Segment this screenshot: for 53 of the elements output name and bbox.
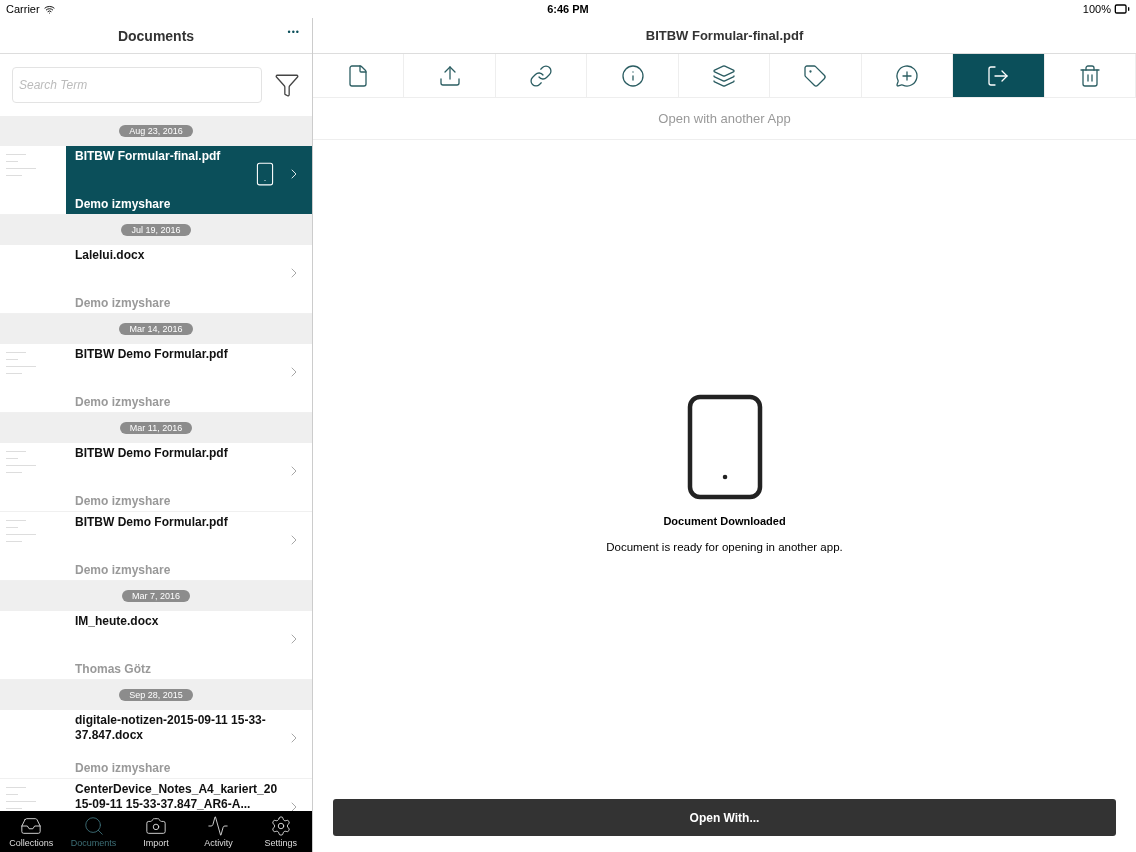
message-title: Document Downloaded (663, 514, 786, 527)
sidebar-title: Documents (117, 27, 195, 44)
battery-icon (1114, 1, 1130, 17)
document-title: BITBW Formular-final.pdf (645, 28, 804, 43)
document-name: BITBW Demo Formular.pdf (75, 347, 229, 362)
document-owner: Demo izmyshare (75, 197, 172, 211)
activity-icon (207, 815, 230, 837)
message-text: Document is ready for opening in another app. (606, 540, 843, 553)
wifi-icon (43, 3, 55, 15)
tab-bar-item[interactable]: Import (124, 811, 188, 852)
tab-bar-item[interactable]: Documents (62, 811, 125, 852)
tab-bar-item[interactable]: Activity (187, 811, 250, 852)
clock: 6:46 PM (547, 3, 589, 15)
date-badge: Sep 28, 2015 (119, 689, 193, 701)
document-owner: Demo izmyshare (75, 761, 172, 775)
document-owner: Demo izmyshare (75, 296, 172, 310)
chat-plus-icon (894, 63, 919, 88)
open-with-button[interactable]: Open With... (333, 799, 1116, 836)
document-name: Lalelui.docx (75, 248, 146, 263)
document-name: BITBW Demo Formular.pdf (75, 515, 229, 530)
document-owner: Demo izmyshare (75, 395, 172, 409)
document-row[interactable]: BITBW Formular-final.pdf Demo izmyshare (0, 146, 312, 215)
camera-icon (145, 815, 167, 837)
tab-bar-item[interactable]: Collections (0, 811, 63, 852)
document-owner: Demo izmyshare (75, 563, 172, 577)
info-icon (620, 63, 645, 88)
more-button[interactable]: ••• (287, 27, 300, 37)
link-icon (529, 63, 554, 88)
stack-icon (711, 63, 736, 88)
toolbar-button[interactable] (953, 54, 1045, 97)
document-thumbnail (0, 146, 66, 214)
tab-bar-item[interactable]: Settings (249, 811, 313, 852)
date-badge: Mar 7, 2016 (122, 590, 190, 602)
date-badge: Mar 11, 2016 (119, 422, 193, 434)
document-name: CenterDevice_Notes_A4_kariert_2015-09-11 15-33-37.847_AR6-A... (75, 782, 278, 811)
document-name: digitale-notizen-2015-09-11 15-33-37.847.docx (75, 713, 267, 743)
date-badge: Aug 23, 2016 (119, 125, 193, 137)
settings-icon (269, 815, 292, 837)
search-icon (82, 815, 105, 837)
inbox-icon (20, 815, 43, 837)
document-name: BITBW Demo Formular.pdf (75, 446, 229, 461)
document-owner: Demo izmyshare (75, 494, 172, 508)
search-field[interactable]: Search Term (12, 67, 262, 103)
document-name: BITBW Formular-final.pdf (75, 149, 222, 164)
date-badge: Mar 14, 2016 (119, 323, 193, 335)
filter-button[interactable] (274, 72, 300, 98)
document-name: IM_heute.docx (75, 614, 160, 629)
tag-icon (803, 63, 828, 88)
document-owner: Thomas Götz (75, 662, 152, 676)
carrier-label: Carrier (6, 3, 40, 15)
battery-percent: 100% (1082, 3, 1111, 15)
toolbar-caption: Open with another App (658, 111, 791, 126)
date-badge: Jul 19, 2016 (121, 224, 191, 236)
